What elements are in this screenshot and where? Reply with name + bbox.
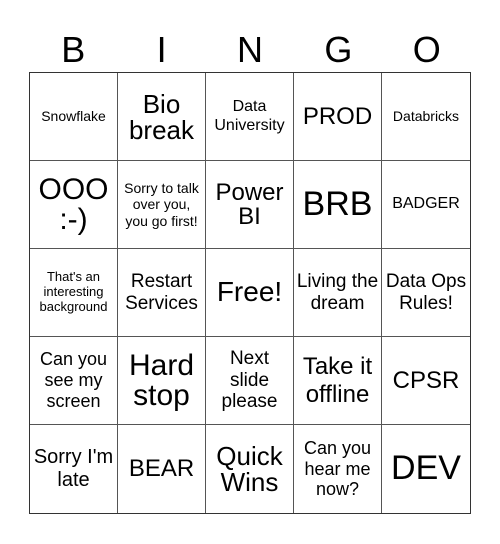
bingo-cell[interactable]: Data University [206, 73, 294, 161]
header-letter-g: G [324, 29, 353, 70]
bingo-cell[interactable]: Sorry I'm late [30, 425, 118, 513]
bingo-cell[interactable]: Can you see my screen [30, 337, 118, 425]
header-letter-b: B [61, 29, 86, 70]
bingo-cell[interactable]: CPSR [382, 337, 470, 425]
bingo-cell[interactable]: Take it offline [294, 337, 382, 425]
bingo-cell[interactable]: Hard stop [118, 337, 206, 425]
header-letter-n: N [236, 29, 263, 70]
bingo-cell[interactable]: Quick Wins [206, 425, 294, 513]
free-space-cell[interactable]: Free! [206, 249, 294, 337]
bingo-cell[interactable]: Databricks [382, 73, 470, 161]
header-letter-i: I [156, 29, 167, 70]
bingo-cell[interactable]: Snowflake [30, 73, 118, 161]
bingo-header: B I N G O [29, 28, 471, 72]
bingo-cell[interactable]: Living the dream [294, 249, 382, 337]
bingo-cell[interactable]: That's an interesting background [30, 249, 118, 337]
bingo-cell[interactable]: Power BI [206, 161, 294, 249]
bingo-cell[interactable]: Bio break [118, 73, 206, 161]
bingo-cell[interactable]: BEAR [118, 425, 206, 513]
bingo-cell[interactable]: Data Ops Rules! [382, 249, 470, 337]
bingo-cell[interactable]: Can you hear me now? [294, 425, 382, 513]
bingo-cell[interactable]: Next slide please [206, 337, 294, 425]
bingo-cell[interactable]: PROD [294, 73, 382, 161]
bingo-cell[interactable]: Sorry to talk over you, you go first! [118, 161, 206, 249]
bingo-cell[interactable]: BRB [294, 161, 382, 249]
bingo-cell[interactable]: DEV [382, 425, 470, 513]
bingo-card-grid: Snowflake Bio break Data University PROD… [29, 72, 471, 514]
bingo-cell[interactable]: Restart Services [118, 249, 206, 337]
bingo-cell[interactable]: BADGER [382, 161, 470, 249]
header-letter-o: O [412, 29, 441, 70]
bingo-cell[interactable]: OOO :-) [30, 161, 118, 249]
